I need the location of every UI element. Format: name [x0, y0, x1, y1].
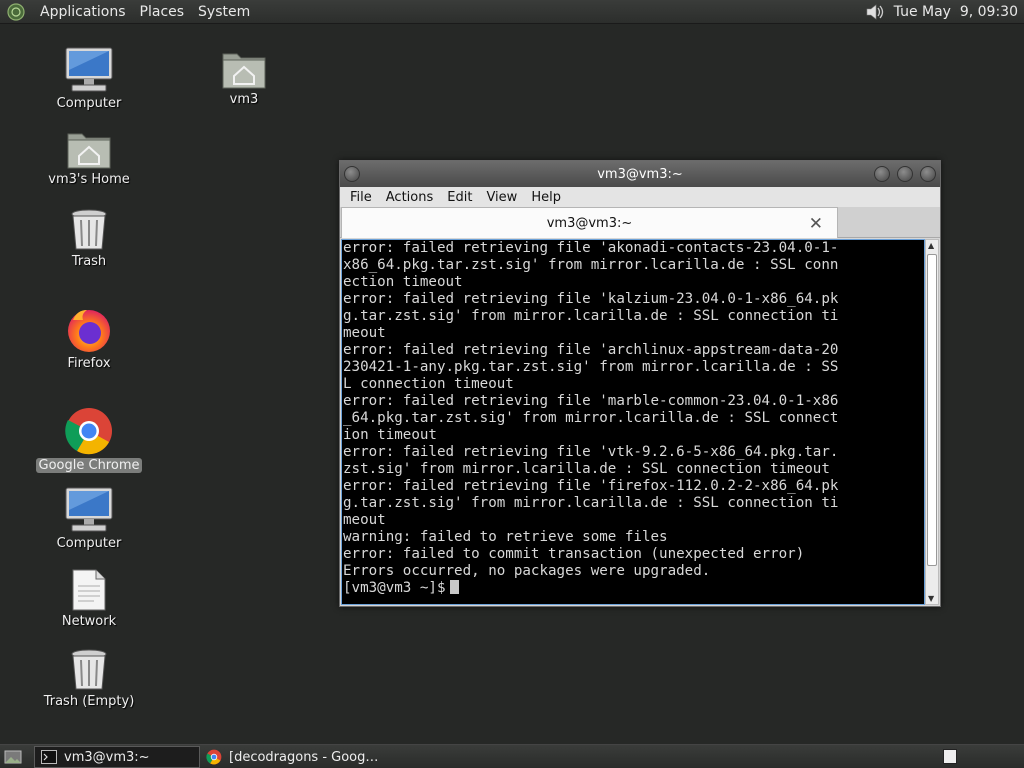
document-icon — [72, 569, 106, 611]
terminal-line: x86_64.pkg.tar.zst.sig' from mirror.lcar… — [343, 257, 839, 273]
terminal-line: g.tar.zst.sig' from mirror.lcarilla.de :… — [343, 308, 839, 324]
terminal-line: g.tar.zst.sig' from mirror.lcarilla.de :… — [343, 495, 839, 511]
terminal-prompt: [vm3@vm3 ~]$ — [343, 580, 446, 596]
terminal-tab[interactable]: vm3@vm3:~ ✕ — [341, 207, 838, 238]
desktop-icon-label: Google Chrome — [35, 458, 143, 473]
terminal-line: _64.pkg.tar.zst.sig' from mirror.lcarill… — [343, 410, 839, 426]
top-panel: Applications Places System Tue May 9, 09… — [0, 0, 1024, 24]
desktop-icon-label: vm3 — [229, 92, 259, 107]
maximize-icon[interactable] — [897, 166, 913, 182]
show-desktop-icon[interactable] — [4, 749, 22, 765]
terminal-line: meout — [343, 325, 386, 341]
desktop-icon-label: Network — [61, 614, 117, 629]
window-titlebar[interactable]: vm3@vm3:~ — [340, 161, 940, 187]
desktop-icon-computer-2[interactable]: Computer — [34, 486, 144, 551]
window-title: vm3@vm3:~ — [597, 166, 683, 182]
desktop-icon-trash-empty[interactable]: Trash (Empty) — [34, 648, 144, 709]
terminal-line: error: failed retrieving file 'archlinux… — [343, 342, 839, 358]
scrollbar-thumb[interactable] — [927, 254, 937, 566]
desktop-icon-network[interactable]: Network — [34, 568, 144, 629]
desktop-icon-vm3s-home[interactable]: vm3's Home — [34, 128, 144, 187]
terminal-icon — [41, 750, 57, 764]
terminal-line: ection timeout — [343, 274, 463, 290]
menu-file[interactable]: File — [343, 190, 379, 205]
desktop-icon-label: Firefox — [67, 356, 111, 371]
terminal-output[interactable]: error: failed retrieving file 'akonadi-c… — [341, 239, 925, 605]
trash-icon — [71, 209, 107, 250]
task-chrome[interactable]: [decodragons - Goog… — [200, 746, 400, 768]
system-menu[interactable]: System — [191, 4, 257, 20]
chrome-icon — [206, 749, 222, 765]
home-folder-icon — [222, 53, 266, 89]
desktop-icon-google-chrome[interactable]: Google Chrome — [34, 406, 144, 473]
terminal-line: error: failed retrieving file 'marble-co… — [343, 393, 839, 409]
terminal-line: meout — [343, 512, 386, 528]
desktop-icon-trash[interactable]: Trash — [34, 208, 144, 269]
task-label: [decodragons - Goog… — [229, 749, 379, 765]
terminal-menubar: File Actions Edit View Help — [340, 187, 940, 207]
desktop-icon-firefox[interactable]: Firefox — [34, 306, 144, 371]
firefox-icon — [68, 310, 110, 352]
places-menu[interactable]: Places — [133, 4, 192, 20]
task-terminal[interactable]: vm3@vm3:~ — [34, 746, 200, 768]
desktop-icon-computer[interactable]: Computer — [34, 46, 144, 111]
terminal-line: L connection timeout — [343, 376, 514, 392]
terminal-line: ion timeout — [343, 427, 437, 443]
desktop-icon-label: vm3's Home — [48, 172, 130, 187]
workspace-switcher[interactable] — [943, 749, 957, 764]
scroll-down-icon[interactable]: ▼ — [928, 594, 934, 603]
computer-icon — [65, 47, 113, 92]
desktop-icon-label: Trash — [71, 254, 107, 269]
terminal-line: 230421-1-any.pkg.tar.zst.sig' from mirro… — [343, 359, 839, 375]
menu-actions[interactable]: Actions — [379, 190, 441, 205]
menu-view[interactable]: View — [479, 190, 524, 205]
terminal-line: error: failed retrieving file 'akonadi-c… — [343, 240, 839, 256]
menu-help[interactable]: Help — [524, 190, 568, 205]
close-icon[interactable] — [920, 166, 936, 182]
trash-icon — [71, 649, 107, 690]
terminal-line: error: failed retrieving file 'vtk-9.2.6… — [343, 444, 839, 460]
minimize-icon[interactable] — [874, 166, 890, 182]
desktop-icon-label: Computer — [56, 536, 122, 551]
task-label: vm3@vm3:~ — [64, 749, 150, 765]
terminal-scrollbar[interactable]: ▲ ▼ — [925, 239, 939, 605]
terminal-line: error: failed to commit transaction (une… — [343, 546, 805, 562]
terminal-line: zst.sig' from mirror.lcarilla.de : SSL c… — [343, 461, 830, 477]
clock[interactable]: Tue May 9, 09:30 — [894, 4, 1024, 20]
terminal-line: error: failed retrieving file 'kalzium-2… — [343, 291, 839, 307]
terminal-window[interactable]: vm3@vm3:~ File Actions Edit View Help vm… — [339, 160, 941, 607]
tab-title: vm3@vm3:~ — [546, 215, 633, 231]
terminal-cursor — [449, 580, 459, 594]
desktop-icon-label: Trash (Empty) — [43, 694, 135, 709]
terminal-tabbar: vm3@vm3:~ ✕ — [340, 207, 940, 238]
menu-edit[interactable]: Edit — [440, 190, 479, 205]
terminal-line: warning: failed to retrieve some files — [343, 529, 668, 545]
terminal-line: error: failed retrieving file 'firefox-1… — [343, 478, 839, 494]
desktop-icon-label: Computer — [56, 96, 122, 111]
bottom-panel: vm3@vm3:~ [decodragons - Goog… — [0, 744, 1024, 768]
computer-icon — [65, 487, 113, 532]
desktop-icon-vm3[interactable]: vm3 — [189, 48, 299, 107]
terminal-line: Errors occurred, no packages were upgrad… — [343, 563, 711, 579]
window-menu-icon[interactable] — [344, 166, 360, 182]
terminal-prompt-line[interactable]: [vm3@vm3 ~]$ — [343, 580, 924, 597]
chrome-icon — [65, 408, 112, 455]
distro-logo-icon[interactable] — [7, 2, 25, 21]
tab-close-icon[interactable]: ✕ — [809, 214, 823, 234]
scroll-up-icon[interactable]: ▲ — [928, 241, 934, 250]
home-folder-icon — [67, 133, 111, 169]
applications-menu[interactable]: Applications — [33, 4, 133, 20]
volume-icon[interactable] — [864, 2, 886, 22]
